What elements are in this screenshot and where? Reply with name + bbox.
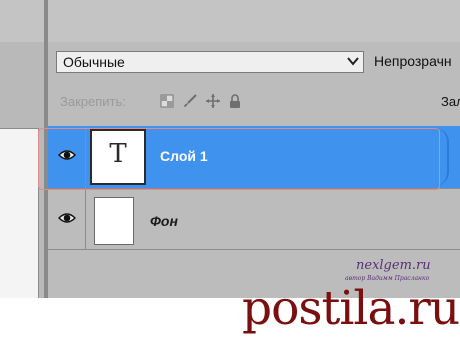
- fill-label[interactable]: Зал: [441, 94, 460, 109]
- watermark-site: nexlgem.ru: [356, 258, 431, 273]
- chevron-down-icon: [347, 57, 359, 66]
- selection-annotation: [435, 128, 449, 186]
- photoshop-frame: Обычные Непрозрачн Закрепить: Зал T Слой…: [0, 0, 460, 298]
- opacity-label[interactable]: Непрозрачн: [374, 53, 452, 69]
- highlight-annotation: [38, 128, 440, 190]
- visibility-toggle[interactable]: [48, 189, 86, 249]
- top-strip: [0, 0, 460, 42]
- move-icon[interactable]: [205, 93, 221, 109]
- eye-icon: [58, 213, 76, 223]
- brush-icon[interactable]: [182, 93, 198, 109]
- blend-mode-select[interactable]: Обычные: [56, 51, 364, 73]
- padlock-icon[interactable]: [227, 93, 243, 109]
- layer-thumbnail: [94, 197, 134, 245]
- transparency-lock-icon[interactable]: [159, 93, 175, 109]
- site-logo: postila.ru: [242, 281, 460, 336]
- document-canvas: [0, 128, 39, 298]
- layer-row[interactable]: Фон: [48, 188, 460, 250]
- blend-mode-value: Обычные: [63, 54, 125, 70]
- layer-name[interactable]: Фон: [150, 213, 178, 229]
- lock-label: Закрепить:: [60, 94, 126, 109]
